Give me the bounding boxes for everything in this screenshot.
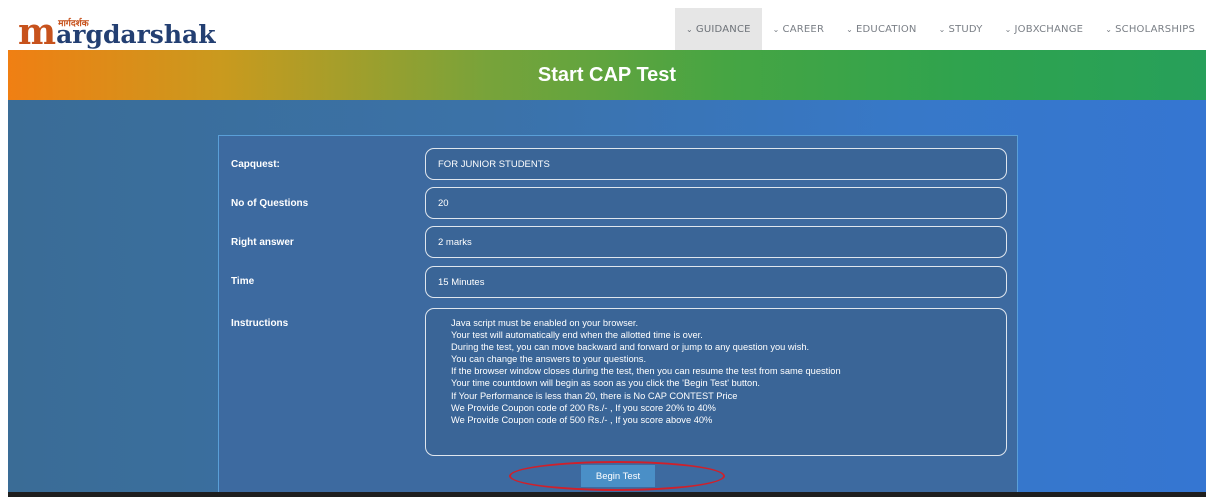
logo-hindi-text: मार्गदर्शक xyxy=(58,19,89,29)
nav-label: STUDY xyxy=(948,23,983,35)
nav-jobxchange[interactable]: ⌄ JOBXCHANGE xyxy=(994,8,1095,50)
logo-wordmark: मार्गदर्शक argdarshak Careerlinked Educa… xyxy=(56,19,215,60)
nav-label: SCHOLARSHIPS xyxy=(1115,23,1195,35)
capquest-label: Capquest: xyxy=(231,159,280,170)
right-answer-field[interactable]: 2 marks xyxy=(425,226,1007,258)
nav-label: EDUCATION xyxy=(856,23,917,35)
chevron-down-icon: ⌄ xyxy=(846,24,854,34)
nav-study[interactable]: ⌄ STUDY xyxy=(928,8,994,50)
nav-label: CAREER xyxy=(782,23,825,35)
nav-label: JOBXCHANGE xyxy=(1014,23,1084,35)
instruction-line: We Provide Coupon code of 200 Rs./- , If… xyxy=(451,402,716,413)
instruction-line: You can change the answers to your quest… xyxy=(451,354,647,365)
chevron-down-icon: ⌄ xyxy=(938,24,946,34)
right-answer-label: Right answer xyxy=(231,237,294,248)
chevron-down-icon: ⌄ xyxy=(685,24,693,34)
instruction-line: Your test will automatically end when th… xyxy=(451,330,703,341)
begin-area: Begin Test xyxy=(219,461,1019,491)
capquest-field[interactable]: FOR JUNIOR STUDENTS xyxy=(425,148,1007,180)
nav-scholarships[interactable]: ⌄ SCHOLARSHIPS xyxy=(1094,8,1206,50)
page: m मार्गदर्शक argdarshak Careerlinked Edu… xyxy=(8,8,1206,497)
cap-test-form: Capquest: FOR JUNIOR STUDENTS No of Ques… xyxy=(218,135,1018,497)
questions-field[interactable]: 20 xyxy=(425,187,1007,219)
bottom-bar xyxy=(8,492,1206,497)
logo-letter-m: m xyxy=(18,11,57,53)
nav-career[interactable]: ⌄ CAREER xyxy=(762,8,835,50)
instruction-line: If the browser window closes during the … xyxy=(451,366,841,377)
nav-label: GUIDANCE xyxy=(695,23,751,35)
nav-education[interactable]: ⌄ EDUCATION xyxy=(835,8,928,50)
page-title: Start CAP Test xyxy=(537,63,677,86)
instruction-line: If Your Performance is less than 20, the… xyxy=(451,390,738,401)
instruction-line: Java script must be enabled on your brow… xyxy=(451,318,639,328)
chevron-down-icon: ⌄ xyxy=(1105,24,1113,34)
top-header: m मार्गदर्शक argdarshak Careerlinked Edu… xyxy=(8,8,1206,60)
begin-test-button[interactable]: Begin Test xyxy=(581,465,655,487)
main-content: Capquest: FOR JUNIOR STUDENTS No of Ques… xyxy=(8,100,1206,497)
instructions-box[interactable]: Java script must be enabled on your brow… xyxy=(425,308,1007,456)
time-field[interactable]: 15 Minutes xyxy=(425,266,1007,298)
time-label: Time xyxy=(231,276,255,287)
instruction-line: We Provide Coupon code of 500 Rs./- , If… xyxy=(451,414,713,425)
margdarshak-logo[interactable]: m मार्गदर्शक argdarshak Careerlinked Edu… xyxy=(18,11,216,60)
main-nav: ⌄ GUIDANCE ⌄ CAREER ⌄ EDUCATION ⌄ STUDY … xyxy=(674,8,1206,50)
instructions-label: Instructions xyxy=(231,318,289,329)
chevron-down-icon: ⌄ xyxy=(772,24,780,34)
instruction-line: During the test, you can move backward a… xyxy=(451,342,810,353)
nav-guidance[interactable]: ⌄ GUIDANCE xyxy=(674,8,762,50)
questions-label: No of Questions xyxy=(231,198,309,209)
page-banner: Start CAP Test xyxy=(8,50,1206,100)
instruction-line: Your time countdown will begin as soon a… xyxy=(451,378,760,389)
chevron-down-icon: ⌄ xyxy=(1004,24,1012,34)
